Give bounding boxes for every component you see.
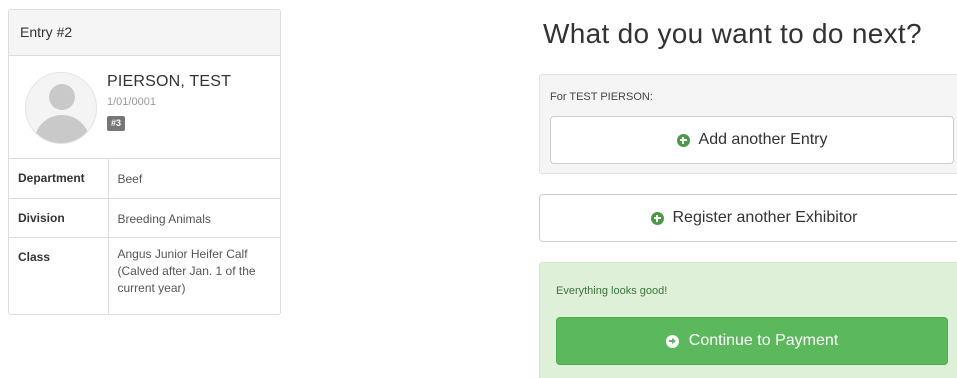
table-row: Class Angus Junior Heifer Calf (Calved a…	[9, 237, 280, 314]
arrow-circle-right-icon	[665, 334, 679, 348]
division-label: Division	[9, 198, 109, 238]
person-date: 1/01/0001	[107, 96, 156, 108]
success-message: Everything looks good!	[556, 285, 668, 297]
table-row: Division Breeding Animals	[9, 198, 280, 238]
exhibitor-number-badge: #3	[107, 116, 126, 131]
entry-details-table: Department Beef Division Breeding Animal…	[9, 159, 280, 314]
user-avatar-icon	[25, 72, 97, 144]
plus-circle-icon	[650, 211, 664, 225]
page-title: What do you want to do next?	[543, 18, 922, 49]
table-row: Department Beef	[9, 159, 280, 199]
class-value: Angus Junior Heifer Calf (Calved after J…	[117, 246, 256, 295]
person-name: PIERSON, TEST	[107, 73, 232, 90]
register-another-exhibitor-button[interactable]: Register another Exhibitor	[539, 194, 957, 242]
entry-header: Entry #2	[9, 10, 280, 56]
department-value: Beef	[108, 159, 280, 199]
exhibitor-actions-panel: For TEST PIERSON: Add another Entry	[539, 74, 957, 174]
success-panel: Everything looks good! Continue to Payme…	[539, 262, 957, 378]
division-value: Breeding Animals	[108, 198, 280, 238]
entry-card: Entry #2 PIERSON, TEST 1/01/0001 #3 Depa…	[8, 9, 281, 315]
entry-person: PIERSON, TEST 1/01/0001 #3	[9, 56, 280, 159]
register-another-exhibitor-label: Register another Exhibitor	[672, 209, 858, 226]
class-label: Class	[9, 237, 109, 314]
continue-to-payment-label: Continue to Payment	[688, 332, 839, 349]
continue-to-payment-button[interactable]: Continue to Payment	[556, 317, 948, 365]
add-another-entry-label: Add another Entry	[698, 131, 828, 148]
department-label: Department	[9, 159, 109, 199]
plus-circle-icon	[676, 133, 690, 147]
for-exhibitor-label: For TEST PIERSON:	[550, 91, 653, 103]
add-another-entry-button[interactable]: Add another Entry	[550, 116, 954, 164]
